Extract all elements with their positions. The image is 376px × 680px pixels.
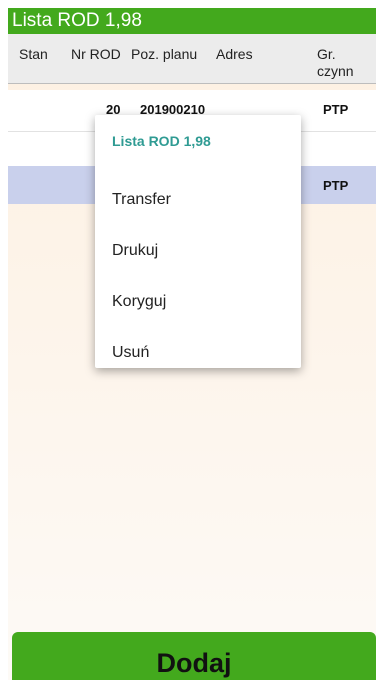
cell-gr-czynn: PTP <box>323 102 349 117</box>
page-title: Lista ROD 1,98 <box>12 10 142 31</box>
column-header-poz-planu[interactable]: Poz. planu <box>131 46 197 63</box>
column-header-stan[interactable]: Stan <box>19 46 48 63</box>
table-header: Stan Nr ROD Poz. planu Adres Gr. czynn <box>8 34 376 84</box>
column-header-gr-czynn[interactable]: Gr. czynn <box>317 46 367 80</box>
menu-item-transfer[interactable]: Transfer <box>95 180 301 220</box>
context-menu: Lista ROD 1,98 Transfer Drukuj Koryguj U… <box>95 115 301 368</box>
title-bar: Lista ROD 1,98 <box>8 8 376 34</box>
column-header-adres[interactable]: Adres <box>216 46 253 63</box>
menu-item-usun[interactable]: Usuń <box>95 333 301 373</box>
menu-item-drukuj[interactable]: Drukuj <box>95 231 301 271</box>
menu-item-koryguj[interactable]: Koryguj <box>95 282 301 322</box>
context-menu-title: Lista ROD 1,98 <box>112 133 211 149</box>
cell-gr-czynn: PTP <box>323 178 349 193</box>
app-screen: Lista ROD 1,98 Stan Nr ROD Poz. planu Ad… <box>8 8 376 680</box>
add-button[interactable]: Dodaj <box>12 632 376 680</box>
column-header-nr-rod[interactable]: Nr ROD <box>71 46 121 63</box>
